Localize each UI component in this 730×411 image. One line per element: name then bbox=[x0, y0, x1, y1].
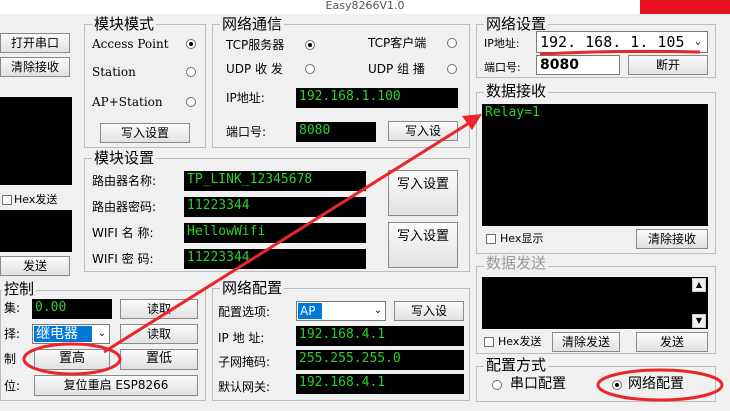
hex-display-checkbox[interactable] bbox=[486, 234, 496, 244]
comm-write-button[interactable]: 写入设 bbox=[388, 121, 458, 141]
receive-area[interactable]: Relay=1 bbox=[482, 104, 708, 226]
set-low-button[interactable]: 置低 bbox=[120, 349, 198, 370]
serial-config-label: 串口配置 bbox=[510, 376, 566, 392]
disconnect-button[interactable]: 断开 bbox=[628, 55, 708, 75]
mode-station-label: Station bbox=[92, 65, 136, 79]
module-settings-title: 模块设置 bbox=[92, 149, 157, 167]
settings-ip-value: 192. 168. 1. 105 bbox=[540, 33, 685, 51]
chevron-down-icon[interactable]: ⌄ bbox=[371, 303, 385, 319]
clear-send-button[interactable]: 清除发送 bbox=[552, 332, 620, 352]
hex-display-label: Hex显示 bbox=[500, 232, 544, 245]
config-option-label: 配置选项: bbox=[218, 305, 271, 319]
config-ip-value[interactable]: 192.168.4.1 bbox=[296, 326, 464, 346]
left-send-area[interactable] bbox=[0, 210, 72, 252]
set-high-button[interactable]: 置高 bbox=[34, 349, 110, 370]
config-gateway-label: 默认网关: bbox=[218, 380, 271, 394]
network-config-title: 网络配置 bbox=[220, 279, 285, 297]
network-config-label: 网络配置 bbox=[628, 376, 684, 392]
network-settings-title: 网络设置 bbox=[484, 15, 549, 33]
left-send-button[interactable]: 发送 bbox=[0, 256, 70, 276]
router-write-button[interactable]: 写入设置 bbox=[388, 170, 458, 216]
send-area[interactable] bbox=[482, 277, 708, 329]
udp-group-label: UDP 组 播 bbox=[368, 62, 425, 76]
chevron-down-icon[interactable]: ⌄ bbox=[691, 34, 705, 50]
router-name-label: 路由器名称: bbox=[92, 174, 157, 188]
receive-content: Relay=1 bbox=[485, 105, 540, 120]
config-gateway-value[interactable]: 192.168.4.1 bbox=[296, 374, 464, 394]
left-hex-send-label: Hex发送 bbox=[14, 193, 58, 206]
scroll-up-icon[interactable]: ▲ bbox=[692, 278, 706, 292]
data-receive-title: 数据接收 bbox=[484, 82, 549, 100]
device-select-value: 继电器 bbox=[34, 326, 92, 342]
network-config-radio[interactable] bbox=[612, 380, 622, 390]
send-button[interactable]: 发送 bbox=[636, 332, 708, 352]
hex-send-label: Hex发送 bbox=[498, 335, 542, 348]
clear-receive-button[interactable]: 清除接收 bbox=[636, 229, 708, 249]
comm-port-value[interactable]: 8080 bbox=[296, 122, 376, 142]
clear-receive-left-button[interactable]: 清除接收 bbox=[0, 57, 70, 77]
module-mode-title: 模块模式 bbox=[92, 15, 157, 33]
udp-group-radio[interactable] bbox=[447, 64, 457, 74]
tcp-server-label: TCP服务器 bbox=[226, 38, 285, 52]
reset-esp8266-button[interactable]: 复位重启 ESP8266 bbox=[34, 375, 198, 396]
scroll-down-icon[interactable]: ▼ bbox=[692, 314, 706, 328]
mode-access-point-radio[interactable] bbox=[186, 39, 196, 49]
tcp-server-radio[interactable] bbox=[305, 40, 315, 50]
tcp-client-radio[interactable] bbox=[447, 38, 457, 48]
settings-port-value[interactable]: 8080 bbox=[536, 55, 620, 75]
tcp-client-label: TCP客户端 bbox=[368, 36, 427, 50]
router-pwd-label: 路由器密码: bbox=[92, 200, 157, 214]
close-button[interactable] bbox=[640, 0, 730, 14]
settings-ip-label: IP地址: bbox=[484, 37, 520, 50]
device-select[interactable]: 继电器 ⌄ bbox=[32, 324, 110, 344]
wifi-pwd-label: WIFI 密 码: bbox=[92, 252, 154, 266]
udp-send-radio[interactable] bbox=[305, 64, 315, 74]
comm-ip-label: IP地址: bbox=[226, 91, 265, 105]
mode-access-point-label: Access Point bbox=[92, 37, 169, 51]
wifi-pwd-value[interactable]: 11223344 bbox=[184, 249, 366, 269]
udp-send-label: UDP 收 发 bbox=[226, 62, 283, 76]
control-label: 制 bbox=[4, 352, 17, 366]
wifi-name-value[interactable]: HellowWifi bbox=[184, 223, 366, 243]
comm-port-label: 端口号: bbox=[226, 125, 267, 139]
control-title: 控制 bbox=[2, 280, 37, 298]
read-button-1[interactable]: 读取 bbox=[120, 299, 198, 319]
left-hex-send-checkbox[interactable] bbox=[2, 195, 12, 205]
collect-label: 集: bbox=[4, 301, 21, 315]
collect-value: 0.00 bbox=[32, 299, 112, 319]
config-option-select[interactable]: AP ⌄ bbox=[296, 301, 386, 321]
hex-send-checkbox[interactable] bbox=[484, 337, 494, 347]
read-button-2[interactable]: 读取 bbox=[120, 324, 198, 344]
settings-port-label: 端口号: bbox=[484, 61, 521, 74]
config-ip-label: IP 地 址: bbox=[218, 331, 265, 345]
select-label: 择: bbox=[4, 327, 21, 341]
settings-ip-combo[interactable]: 192. 168. 1. 105 ⌄ bbox=[536, 31, 708, 53]
wifi-write-button[interactable]: 写入设置 bbox=[388, 222, 458, 268]
config-mode-title: 配置方式 bbox=[484, 356, 549, 374]
left-receive-area[interactable] bbox=[0, 97, 72, 185]
mode-ap-station-radio[interactable] bbox=[186, 97, 196, 107]
config-option-value: AP bbox=[298, 303, 322, 319]
config-mask-value[interactable]: 255.255.255.0 bbox=[296, 350, 464, 370]
window-title: Easy8266V1.0 bbox=[0, 0, 730, 14]
reset-label: 位: bbox=[4, 379, 21, 393]
mode-ap-station-label: AP+Station bbox=[92, 95, 163, 109]
wifi-name-label: WIFI 名 称: bbox=[92, 226, 154, 240]
chevron-down-icon[interactable]: ⌄ bbox=[95, 326, 109, 342]
data-send-title: 数据发送 bbox=[484, 254, 549, 272]
config-mask-label: 子网掩码: bbox=[218, 355, 271, 369]
mode-station-radio[interactable] bbox=[186, 67, 196, 77]
router-name-value[interactable]: TP_LINK_12345678 bbox=[184, 171, 366, 191]
network-comm-title: 网络通信 bbox=[220, 15, 285, 33]
open-port-button[interactable]: 打开串口 bbox=[0, 33, 70, 53]
serial-config-radio[interactable] bbox=[492, 380, 502, 390]
module-mode-write-button[interactable]: 写入设置 bbox=[100, 123, 190, 143]
comm-ip-value[interactable]: 192.168.1.100 bbox=[296, 88, 458, 108]
config-write-button[interactable]: 写入设 bbox=[394, 301, 464, 321]
router-pwd-value[interactable]: 11223344 bbox=[184, 197, 366, 217]
